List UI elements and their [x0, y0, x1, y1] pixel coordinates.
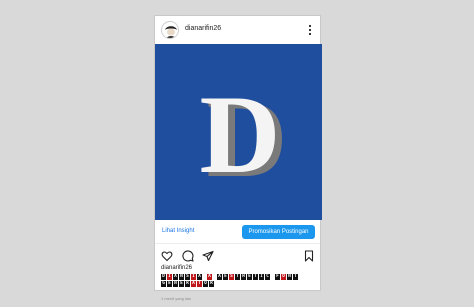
- caption-char: T: [235, 274, 240, 280]
- caption-char: A: [173, 274, 178, 280]
- caption-line: DIANSIAAAESTHETICFONT: [161, 274, 311, 280]
- photo-letter: D: [200, 73, 281, 197]
- caption-char: O: [281, 274, 286, 280]
- caption-char: A: [207, 274, 212, 280]
- caption-char: [203, 274, 206, 280]
- more-options-icon[interactable]: [304, 22, 316, 38]
- caption-char: S: [185, 274, 190, 280]
- caption-char: R: [209, 281, 214, 287]
- styled-caption-text: DIANSIAAAESTHETICFONTGENERATOR: [161, 274, 311, 288]
- caption-char: R: [185, 281, 190, 287]
- caption-char: N: [287, 274, 292, 280]
- promote-post-button[interactable]: Promosikan Postingan: [242, 225, 315, 239]
- view-insights-link[interactable]: Lihat Insight: [162, 228, 194, 234]
- insights-bar: Lihat Insight Promosikan Postingan: [155, 220, 320, 244]
- comment-icon[interactable]: [182, 249, 194, 262]
- caption-char: N: [179, 274, 184, 280]
- post-header: dianarifin26: [155, 16, 320, 44]
- caption-char: N: [173, 281, 178, 287]
- caption-char: T: [293, 274, 298, 280]
- avatar-image: [162, 22, 178, 38]
- post-username[interactable]: dianarifin26: [185, 25, 221, 32]
- caption-char: C: [265, 274, 270, 280]
- caption-char: A: [191, 281, 196, 287]
- caption-char: A: [197, 274, 202, 280]
- post-timestamp: 1 menit yang lalu: [161, 296, 192, 301]
- caption-char: I: [259, 274, 264, 280]
- caption-char: S: [229, 274, 234, 280]
- caption-char: E: [247, 274, 252, 280]
- post-photo[interactable]: D D: [155, 44, 322, 220]
- caption-char: G: [161, 281, 166, 287]
- bookmark-icon[interactable]: [303, 249, 315, 262]
- caption-username[interactable]: dianarifin26: [161, 265, 192, 271]
- caption-char: H: [241, 274, 246, 280]
- caption-char: I: [167, 274, 172, 280]
- post-actions: [155, 245, 320, 265]
- caption-char: T: [197, 281, 202, 287]
- caption-char: [271, 274, 274, 280]
- caption-char: I: [191, 274, 196, 280]
- instagram-post-card: dianarifin26 D D Lihat Insight Promosika…: [154, 15, 322, 301]
- caption-char: E: [223, 274, 228, 280]
- share-icon[interactable]: [202, 249, 214, 262]
- caption-char: E: [167, 281, 172, 287]
- caption-char: E: [179, 281, 184, 287]
- heart-icon[interactable]: [161, 249, 173, 262]
- caption-char: F: [275, 274, 280, 280]
- caption-char: T: [253, 274, 258, 280]
- caption-char: [213, 274, 216, 280]
- caption-char: O: [203, 281, 208, 287]
- caption-char: A: [217, 274, 222, 280]
- caption-char: D: [161, 274, 166, 280]
- caption-line: GENERATOR: [161, 281, 311, 287]
- avatar[interactable]: [161, 21, 179, 39]
